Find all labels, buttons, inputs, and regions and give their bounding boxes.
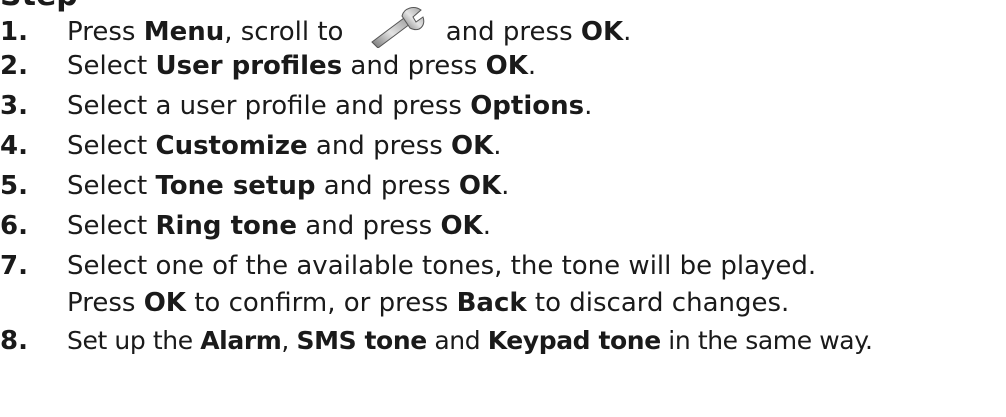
- key-ok: OK: [143, 288, 186, 318]
- step-text: Select a user profile and press Options.: [67, 91, 593, 121]
- step-6: 6. Select Ring tone and press OK.: [0, 206, 1006, 246]
- key-ok: OK: [485, 51, 528, 81]
- step-number: 8.: [0, 326, 28, 356]
- menu-item-ring-tone: Ring tone: [155, 211, 298, 241]
- menu-item-customize: Customize: [155, 131, 308, 161]
- step-text: Select Customize and press OK.: [67, 131, 502, 161]
- key-ok: OK: [580, 17, 624, 47]
- key-options: Options: [470, 91, 585, 121]
- instruction-steps-list: 1. Press Menu, scroll to and press OK. 2…: [0, 6, 1006, 361]
- step-5: 5. Select Tone setup and press OK.: [0, 166, 1006, 206]
- wrench-icon: [370, 7, 424, 48]
- step-2: 2. Select User profiles and press OK.: [0, 46, 1006, 86]
- step-text: Select Tone setup and press OK.: [67, 171, 510, 201]
- step-number: 3.: [0, 91, 28, 121]
- key-ok: OK: [440, 211, 483, 241]
- step-number: 5.: [0, 171, 28, 201]
- step-8: 8. Set up the Alarm, SMS tone and Keypad…: [0, 321, 1006, 361]
- key-ok: OK: [458, 171, 502, 201]
- setting-alarm: Alarm: [200, 326, 282, 355]
- key-menu: Menu: [143, 17, 225, 47]
- step-number: 6.: [0, 211, 28, 241]
- key-back: Back: [456, 288, 527, 318]
- step-text: Select User profiles and press OK.: [67, 51, 537, 81]
- step-number: 2.: [0, 51, 28, 81]
- menu-item-user-profiles: User profiles: [155, 51, 343, 81]
- step-text: Set up the Alarm, SMS tone and Keypad to…: [67, 326, 873, 355]
- setting-sms-tone: SMS tone: [296, 326, 428, 355]
- step-number: 7.: [0, 251, 28, 281]
- menu-item-tone-setup: Tone setup: [155, 171, 316, 201]
- step-text: Select one of the available tones, the t…: [67, 246, 1006, 320]
- step-4: 4. Select Customize and press OK.: [0, 126, 1006, 166]
- step-text-line-2: Press OK to confirm, or press Back to di…: [67, 288, 790, 318]
- step-text: Select Ring tone and press OK.: [67, 211, 491, 241]
- step-1: 1. Press Menu, scroll to and press OK.: [0, 6, 1006, 48]
- step-3: 3. Select a user profile and press Optio…: [0, 86, 1006, 126]
- setting-keypad-tone: Keypad tone: [487, 326, 661, 355]
- step-7: 7. Select one of the available tones, th…: [0, 246, 1006, 321]
- step-number: 4.: [0, 131, 28, 161]
- key-ok: OK: [451, 131, 494, 161]
